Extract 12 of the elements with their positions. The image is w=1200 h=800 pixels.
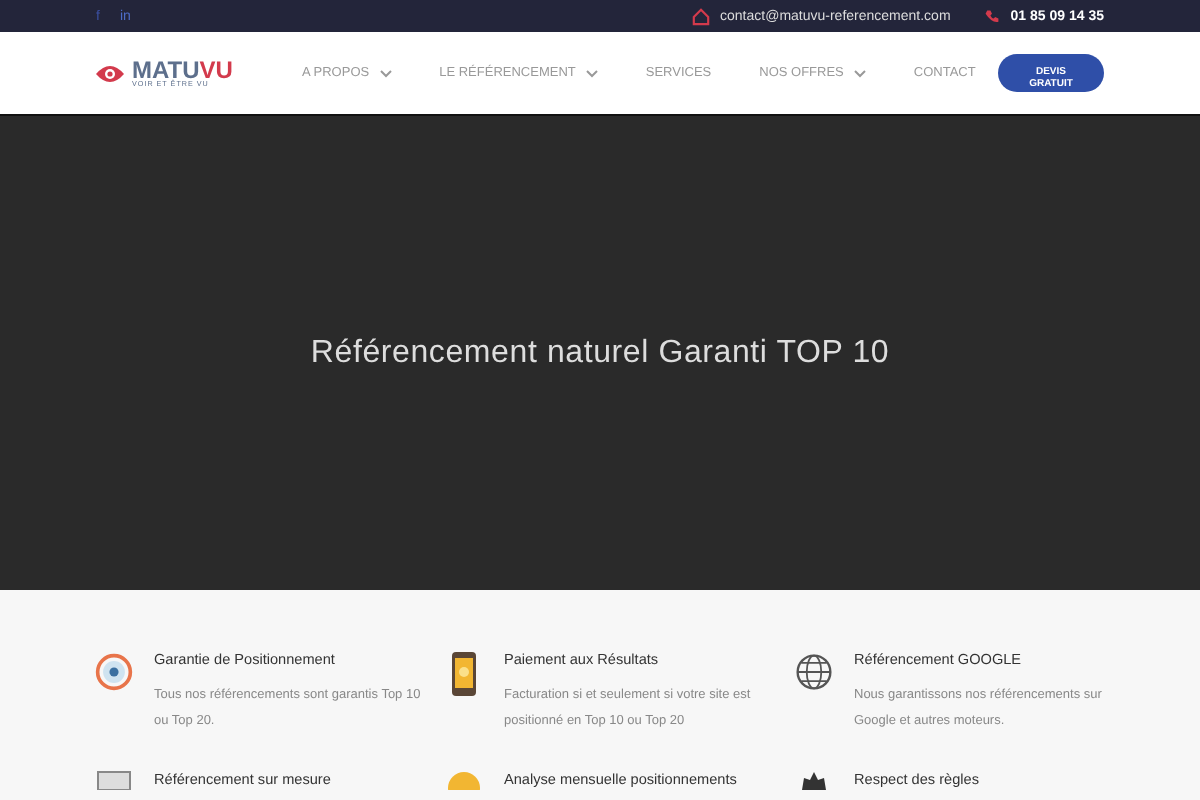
- logo-text: MATU: [132, 57, 200, 82]
- chevron-down-icon: [853, 69, 866, 77]
- chevron-down-icon: [585, 69, 598, 77]
- globe-icon: [794, 650, 834, 694]
- home-icon: [692, 7, 711, 25]
- logo-accent-text: VU: [199, 57, 233, 82]
- smartphone-icon: [450, 650, 478, 698]
- eye-icon: [94, 61, 126, 85]
- chevron-down-icon: [379, 69, 392, 77]
- target-icon: [94, 650, 134, 694]
- phone-icon: [984, 7, 1001, 25]
- hero-title: Référencement naturel Garanti TOP 10: [310, 335, 890, 371]
